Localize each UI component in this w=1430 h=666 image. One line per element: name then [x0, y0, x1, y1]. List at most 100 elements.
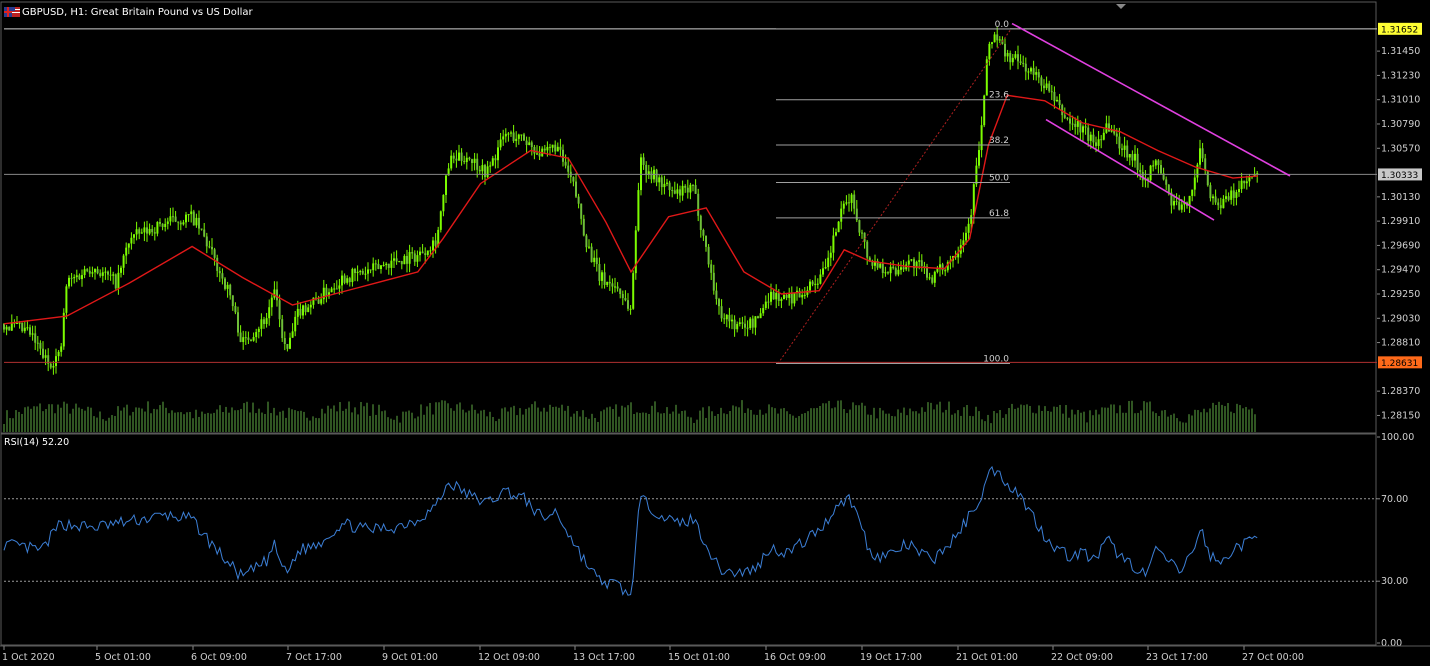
- candle-body: [1004, 43, 1006, 57]
- candle-body: [143, 227, 146, 233]
- time-tick-label: 6 Oct 09:00: [191, 652, 247, 663]
- candle-body: [866, 241, 869, 258]
- candle-body: [476, 158, 479, 170]
- candle-body: [681, 185, 684, 196]
- candle-body: [1095, 142, 1097, 146]
- candle-body: [1196, 164, 1199, 178]
- candle-body: [629, 308, 632, 310]
- fib-trendline[interactable]: [777, 28, 1012, 364]
- candle-body: [1235, 192, 1238, 198]
- candle-body: [257, 328, 260, 333]
- candle-body: [161, 223, 164, 227]
- candle-body: [907, 260, 910, 265]
- candle-body: [1123, 145, 1126, 150]
- candle-body: [842, 203, 845, 209]
- candle-body: [174, 216, 177, 222]
- candle-body: [941, 264, 944, 271]
- candle-body: [8, 326, 11, 331]
- candle-body: [382, 265, 385, 267]
- candle-body: [289, 337, 291, 349]
- candle-body: [226, 284, 229, 289]
- candle-body: [1017, 54, 1019, 62]
- rsi-pane[interactable]: [0, 433, 1377, 646]
- candle-body: [247, 337, 250, 340]
- candle-body: [863, 232, 866, 242]
- candle-body: [1037, 72, 1040, 78]
- candle-body: [598, 264, 601, 281]
- rsi-line[interactable]: [3, 465, 1258, 596]
- candle-body: [395, 258, 398, 262]
- channel-lower-line[interactable]: [1045, 118, 1215, 221]
- candle-body: [198, 217, 200, 229]
- candle-body: [393, 258, 395, 261]
- candle-body: [978, 150, 980, 166]
- candle-body: [515, 138, 518, 142]
- candle-body: [772, 291, 775, 300]
- candle-body: [1240, 180, 1243, 190]
- candle-body: [429, 250, 432, 252]
- candle-body: [1227, 196, 1230, 200]
- shift-marker-icon[interactable]: [1116, 4, 1126, 9]
- candle-body: [177, 221, 180, 223]
- price-pane[interactable]: 0.0 23.6 38.2 50.0 61.8 100.0: [0, 1, 1377, 434]
- candle-body: [582, 218, 585, 236]
- candle-body: [601, 272, 603, 281]
- candle-body: [260, 319, 263, 329]
- candle-body: [933, 271, 936, 283]
- candle-body: [133, 234, 135, 238]
- candle-body: [608, 281, 611, 284]
- candle-body: [991, 42, 993, 44]
- time-tick-label: 22 Oct 09:00: [1051, 652, 1113, 663]
- candle-body: [871, 261, 874, 266]
- candle-body: [809, 281, 811, 291]
- candlesticks[interactable]: [3, 27, 1259, 375]
- candle-body: [359, 271, 362, 273]
- candle-body: [455, 158, 458, 161]
- fib-level-label: 38.2: [989, 136, 1009, 146]
- candle-body: [83, 269, 86, 276]
- fib-level-label: 0.0: [995, 20, 1010, 30]
- candle-body: [377, 263, 380, 270]
- candle-body: [790, 293, 793, 304]
- candle-body: [1128, 154, 1131, 158]
- fibonacci-retracement[interactable]: 0.0 23.6 38.2 50.0 61.8 100.0: [776, 20, 1012, 365]
- candle-body: [94, 269, 96, 273]
- candle-body: [845, 202, 848, 204]
- candle-body: [595, 257, 598, 265]
- candle-body: [902, 267, 905, 270]
- candle-body: [832, 235, 835, 253]
- candle-body: [367, 269, 369, 274]
- candle-body: [658, 177, 661, 183]
- candle-body: [351, 269, 354, 283]
- candle-body: [549, 146, 551, 148]
- price-tick-label: 1.28150: [1381, 410, 1420, 421]
- candle-body: [484, 165, 486, 178]
- time-axis[interactable]: 1 Oct 2020 5 Oct 01:00 6 Oct 09:00 7 Oct 17…: [0, 645, 1430, 663]
- candle-body: [307, 307, 310, 313]
- candle-body: [1082, 126, 1084, 133]
- candle-body: [525, 140, 528, 145]
- candle-body: [1108, 123, 1110, 132]
- candle-body: [1167, 184, 1170, 193]
- candle-body: [278, 300, 281, 320]
- candle-body: [166, 221, 169, 224]
- candle-body: [29, 327, 31, 335]
- fib-level-label: 61.8: [989, 209, 1009, 219]
- candle-body: [660, 177, 663, 188]
- candle-body: [109, 274, 112, 276]
- candle-body: [234, 306, 237, 313]
- time-tick-label: 21 Oct 01:00: [956, 652, 1018, 663]
- candle-body: [478, 169, 481, 172]
- price-badge-label: 1.28631: [1381, 359, 1418, 369]
- price-axis[interactable]: 1.31450 1.31230 1.31010 1.30790 1.30570 1.301…: [1377, 22, 1422, 649]
- candle-body: [426, 250, 429, 255]
- candle-body: [900, 267, 902, 270]
- candle-body: [710, 264, 713, 273]
- candle-body: [387, 263, 390, 268]
- candle-body: [972, 184, 975, 216]
- candle-body: [1134, 153, 1136, 161]
- candle-body: [663, 183, 666, 188]
- candle-body: [343, 275, 346, 283]
- candle-body: [34, 333, 37, 343]
- trading-chart[interactable]: 0.023.638.250.061.8100.0 1.314501.312301…: [0, 0, 1430, 666]
